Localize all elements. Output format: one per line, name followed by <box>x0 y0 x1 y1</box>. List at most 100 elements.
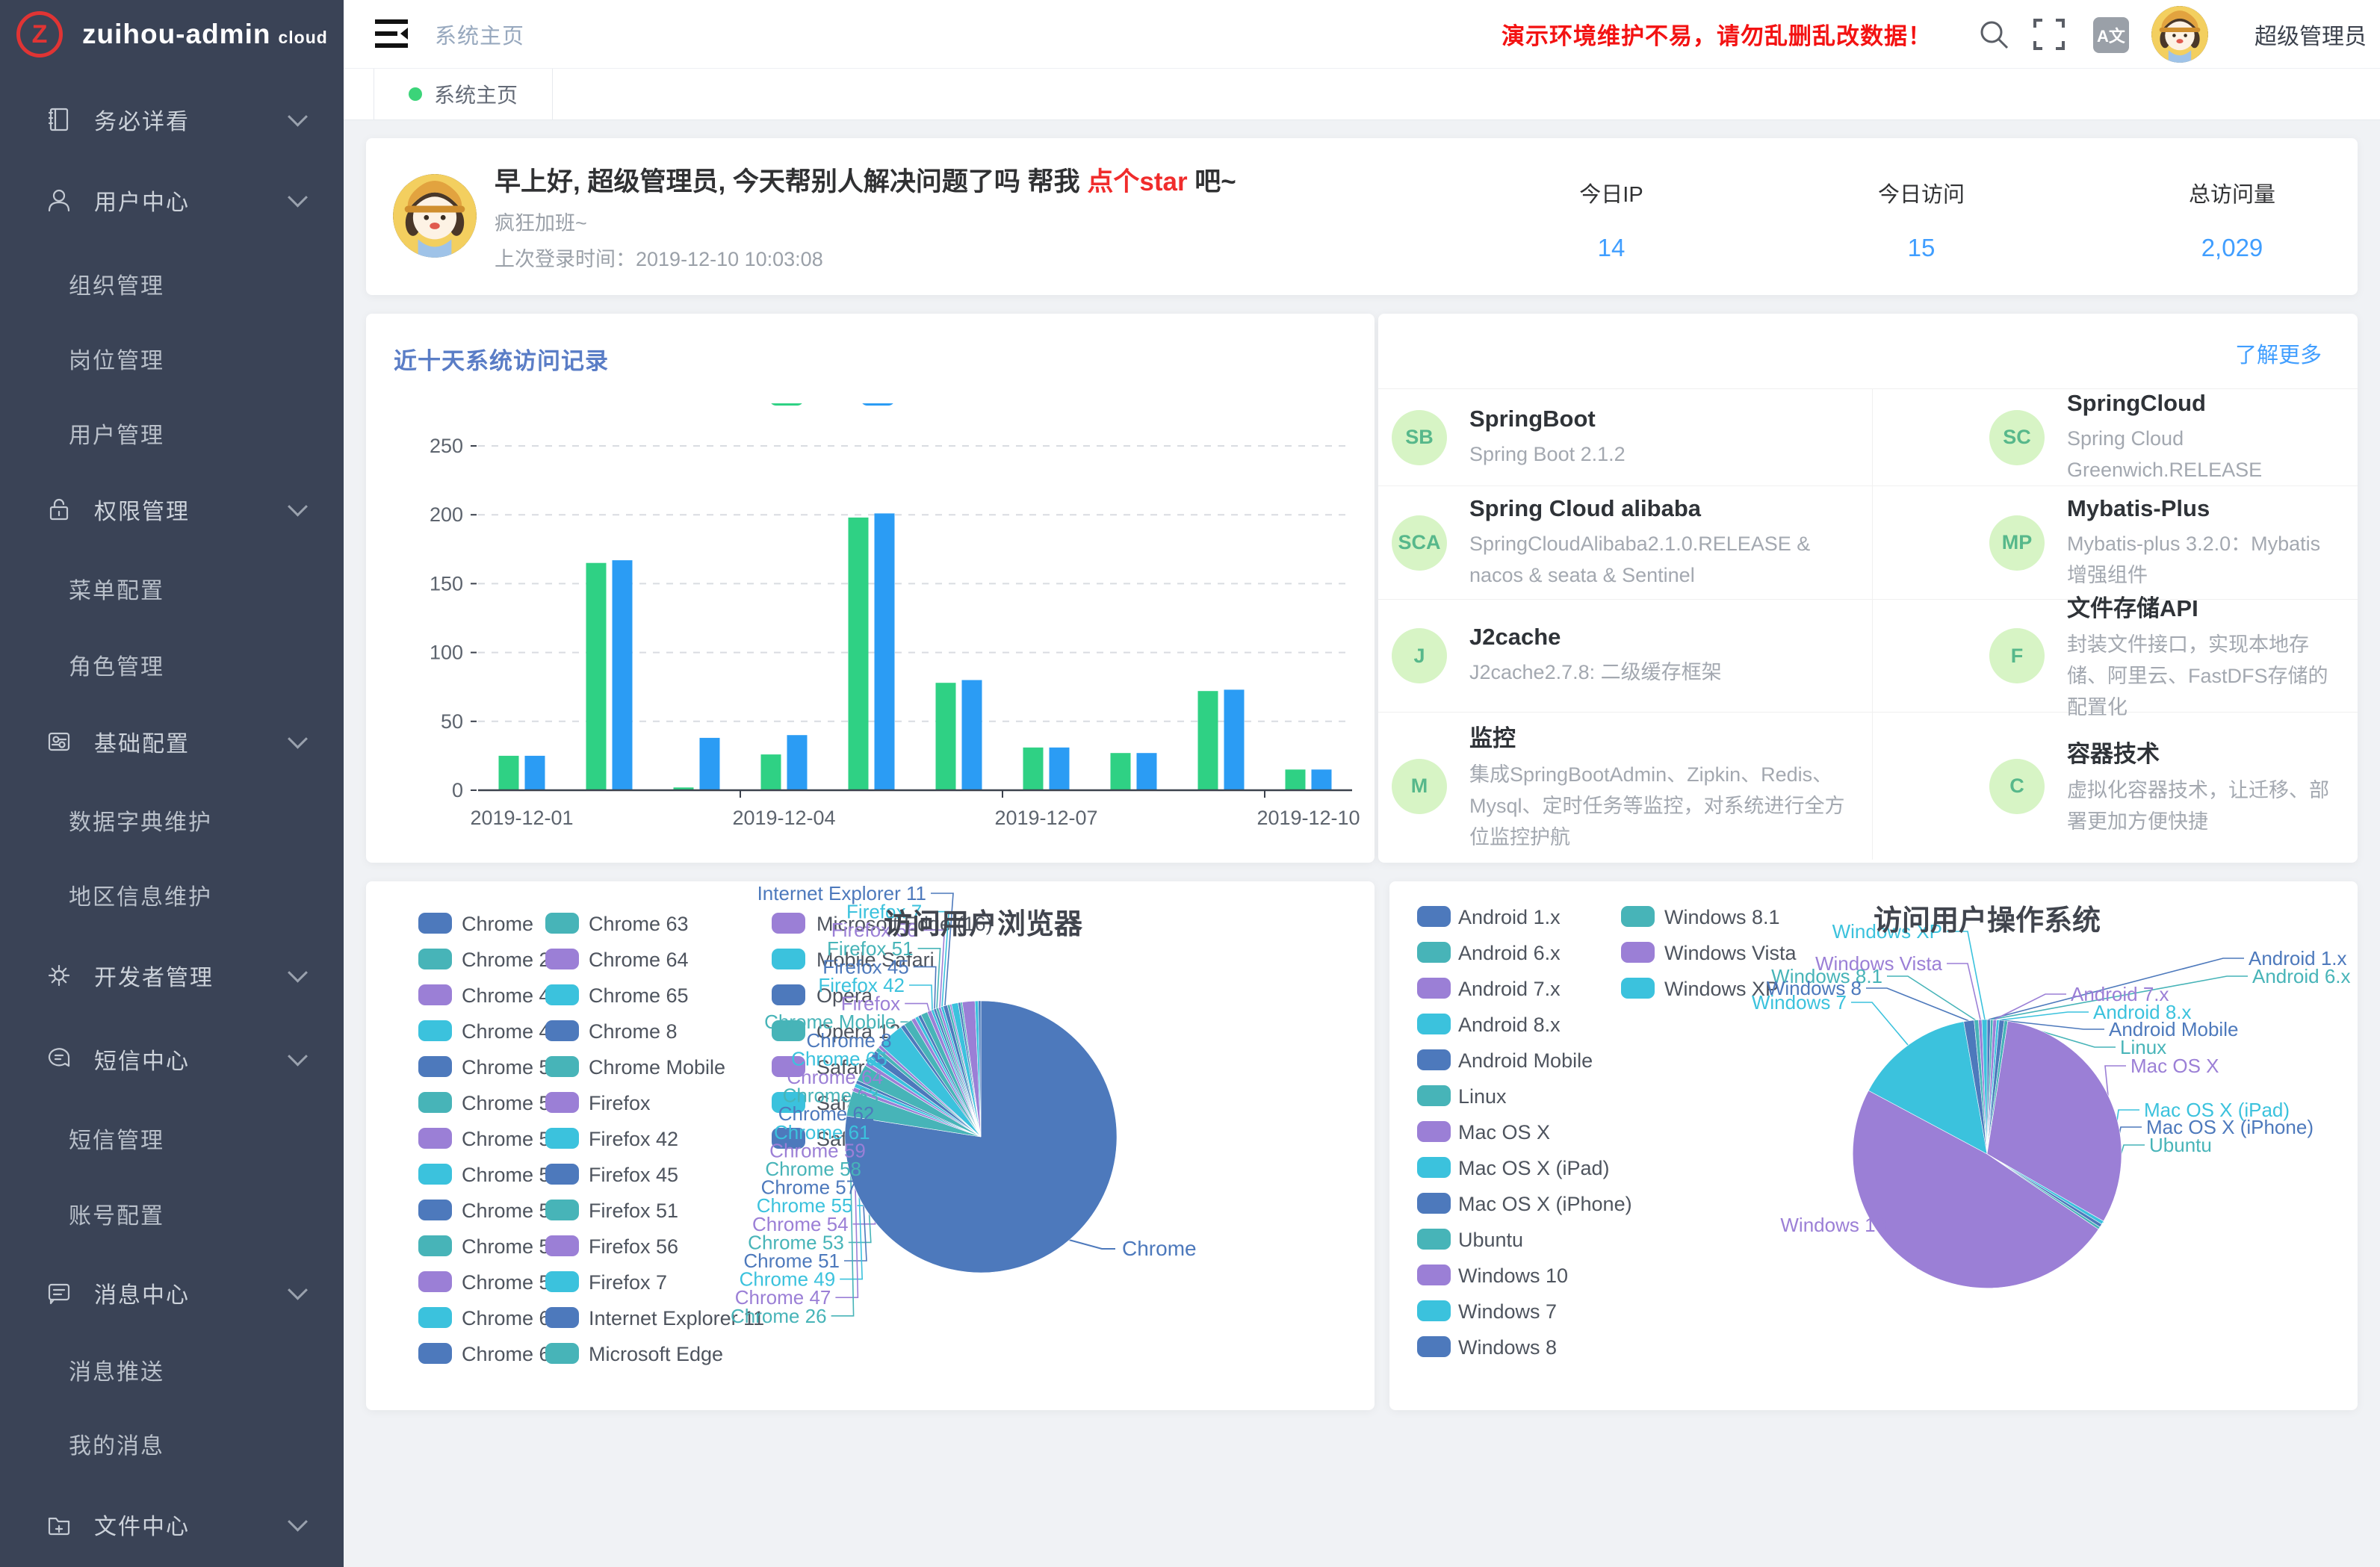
sidebar-item-角色管理[interactable]: 角色管理 <box>0 633 344 697</box>
sidebar-item-权限管理[interactable]: 权限管理 <box>0 477 344 542</box>
svg-text:Mac OS X: Mac OS X <box>2130 1055 2219 1077</box>
sidebar-item-label: 我的消息 <box>69 1427 164 1460</box>
svg-text:Firefox: Firefox <box>589 1092 651 1114</box>
visits-legend[interactable]: 您总数 <box>769 403 949 406</box>
sidebar: Z zuihou-admincloud 务必详看用户中心组织管理岗位管理用户管理… <box>0 0 344 1567</box>
svg-text:Microsoft Edge: Microsoft Edge <box>589 1343 723 1365</box>
tech-item-容器技术: C 容器技术 虚拟化容器技术，让迁移、部署更加方便快捷 <box>1873 713 2358 860</box>
svg-text:Windows 8: Windows 8 <box>1458 1336 1557 1359</box>
tech-name: SpringCloud <box>2067 390 2331 417</box>
svg-text:Firefox 51: Firefox 51 <box>589 1200 678 1222</box>
notebook-icon <box>46 107 72 132</box>
app-logo[interactable]: Z zuihou-admincloud <box>0 0 344 69</box>
sidebar-item-label: 基础配置 <box>94 725 190 758</box>
svg-text:Linux: Linux <box>1458 1085 1507 1108</box>
stat-value: 14 <box>1492 234 1731 262</box>
breadcrumb[interactable]: 系统主页 <box>435 0 524 68</box>
sidebar-item-短信管理[interactable]: 短信管理 <box>0 1106 344 1170</box>
svg-text:Android 1.x: Android 1.x <box>1458 906 1561 928</box>
sidebar-item-菜单配置[interactable]: 菜单配置 <box>0 556 344 621</box>
sidebar-item-岗位管理[interactable]: 岗位管理 <box>0 326 344 391</box>
tab-system-home[interactable]: 系统主页 <box>374 69 553 120</box>
svg-text:Mac OS X (iPhone): Mac OS X (iPhone) <box>1458 1193 1632 1215</box>
svg-text:Windows 7: Windows 7 <box>1752 991 1847 1014</box>
stat-今日IP: 今日IP14 <box>1492 138 1731 262</box>
tech-desc: 封装文件接口，实现本地存储、阿里云、FastDFS存储的配置化 <box>2067 629 2331 723</box>
username[interactable]: 超级管理员 <box>2255 0 2367 68</box>
tech-desc: Spring Cloud Greenwich.RELEASE <box>2067 423 2331 485</box>
sidebar-item-消息中心[interactable]: 消息中心 <box>0 1261 344 1325</box>
sidebar-item-label: 用户中心 <box>94 184 190 217</box>
svg-text:总数: 总数 <box>907 403 949 406</box>
svg-text:Chrome: Chrome <box>1122 1237 1197 1260</box>
font-size-icon[interactable]: A文 <box>2093 17 2129 53</box>
svg-text:50: 50 <box>441 710 463 733</box>
sidebar-item-基础配置[interactable]: 基础配置 <box>0 710 344 774</box>
os-chart-title: 访问用户操作系统 <box>1874 905 2101 937</box>
logo-icon: Z <box>16 11 63 58</box>
message-icon <box>46 1280 72 1306</box>
sidebar-item-label: 消息中心 <box>94 1276 190 1309</box>
sidebar-item-label: 角色管理 <box>69 648 164 681</box>
gear-icon <box>46 963 72 988</box>
sidebar-item-用户中心[interactable]: 用户中心 <box>0 168 344 232</box>
tech-desc: 虚拟化容器技术，让迁移、部署更加方便快捷 <box>2067 775 2331 837</box>
sidebar-item-文件中心[interactable]: 文件中心 <box>0 1492 344 1557</box>
tech-stack-card: 了解更多 SB SpringBoot Spring Boot 2.1.2SC S… <box>1378 314 2358 863</box>
svg-text:200: 200 <box>430 503 463 526</box>
sidebar-item-数据字典维护[interactable]: 数据字典维护 <box>0 788 344 852</box>
chevron-down-icon <box>288 1512 308 1532</box>
sidebar-item-消息推送[interactable]: 消息推送 <box>0 1338 344 1402</box>
sidebar-item-务必详看[interactable]: 务必详看 <box>0 87 344 152</box>
sidebar-item-组织管理[interactable]: 组织管理 <box>0 252 344 316</box>
visits-chart-card: 近十天系统访问记录 您总数0501001502002502019-12-0120… <box>366 314 1375 863</box>
collapse-menu-icon[interactable] <box>375 18 408 49</box>
stat-总访问量: 总访问量 2,029 <box>2113 138 2352 262</box>
tech-item-SpringCloud: SC SpringCloud Spring Cloud Greenwich.RE… <box>1873 389 2358 486</box>
chevron-down-icon <box>288 107 308 127</box>
chevron-down-icon <box>288 1046 308 1067</box>
tech-item-监控: M 监控 集成SpringBootAdmin、Zipkin、Redis、Mysq… <box>1378 713 1873 860</box>
os-pie <box>1853 1020 2122 1288</box>
sidebar-item-label: 开发者管理 <box>94 959 214 992</box>
stat-今日访问: 今日访问15 <box>1802 138 2041 262</box>
user-avatar[interactable] <box>2151 6 2208 63</box>
sidebar-item-账号配置[interactable]: 账号配置 <box>0 1182 344 1246</box>
svg-text:Firefox 42: Firefox 42 <box>589 1128 678 1150</box>
chevron-down-icon <box>288 497 308 517</box>
sidebar-item-我的消息[interactable]: 我的消息 <box>0 1412 344 1476</box>
svg-text:0: 0 <box>452 779 463 801</box>
greeting-mood: 疯狂加班~ <box>495 207 587 236</box>
browser-chart-card: ChromeChrome 26Chrome 47Chrome 49Chrome … <box>366 881 1375 1410</box>
greeting-title: 早上好, 超级管理员, 今天帮别人解决问题了吗 帮我 点个star 吧~ <box>495 161 1236 199</box>
demo-warning-text: 演示环境维护不易，请勿乱删乱改数据！ <box>1502 0 1932 68</box>
svg-text:2019-12-04: 2019-12-04 <box>732 807 835 829</box>
svg-text:100: 100 <box>430 642 463 664</box>
search-icon[interactable] <box>1977 17 2011 52</box>
stat-label: 总访问量 <box>2113 177 2352 208</box>
stat-value: 2,029 <box>2113 234 2352 262</box>
svg-text:Firefox 56: Firefox 56 <box>589 1235 678 1258</box>
tech-name: Spring Cloud alibaba <box>1469 495 1845 522</box>
last-login: 上次登录时间：2019-12-10 10:03:08 <box>495 243 823 272</box>
svg-text:250: 250 <box>430 435 463 457</box>
chevron-down-icon <box>288 729 308 749</box>
sidebar-item-开发者管理[interactable]: 开发者管理 <box>0 943 344 1008</box>
star-link[interactable]: 点个star <box>1087 167 1187 196</box>
tech-badge: SCA <box>1392 515 1447 571</box>
sidebar-item-短信中心[interactable]: 短信中心 <box>0 1027 344 1091</box>
os-legend[interactable]: Android 1.xAndroid 6.xAndroid 7.xAndroid… <box>1417 906 1797 1359</box>
sidebar-item-label: 菜单配置 <box>69 572 164 605</box>
tech-badge: SB <box>1392 410 1447 465</box>
browser-chart-title: 访问用户浏览器 <box>884 909 1083 940</box>
sidebar-item-label: 组织管理 <box>69 267 164 300</box>
tech-name: 监控 <box>1469 719 1845 753</box>
sidebar-item-地区信息维护[interactable]: 地区信息维护 <box>0 863 344 927</box>
tech-desc: J2cache2.7.8: 二级缓存框架 <box>1469 657 1722 688</box>
fullscreen-icon[interactable] <box>2032 17 2066 52</box>
learn-more-link[interactable]: 了解更多 <box>2235 338 2322 369</box>
chevron-down-icon <box>288 1280 308 1300</box>
sidebar-item-用户管理[interactable]: 用户管理 <box>0 401 344 465</box>
tech-item-Spring Cloud alibaba: SCA Spring Cloud alibaba SpringCloudAlib… <box>1378 486 1873 600</box>
chevron-down-icon <box>288 187 308 208</box>
